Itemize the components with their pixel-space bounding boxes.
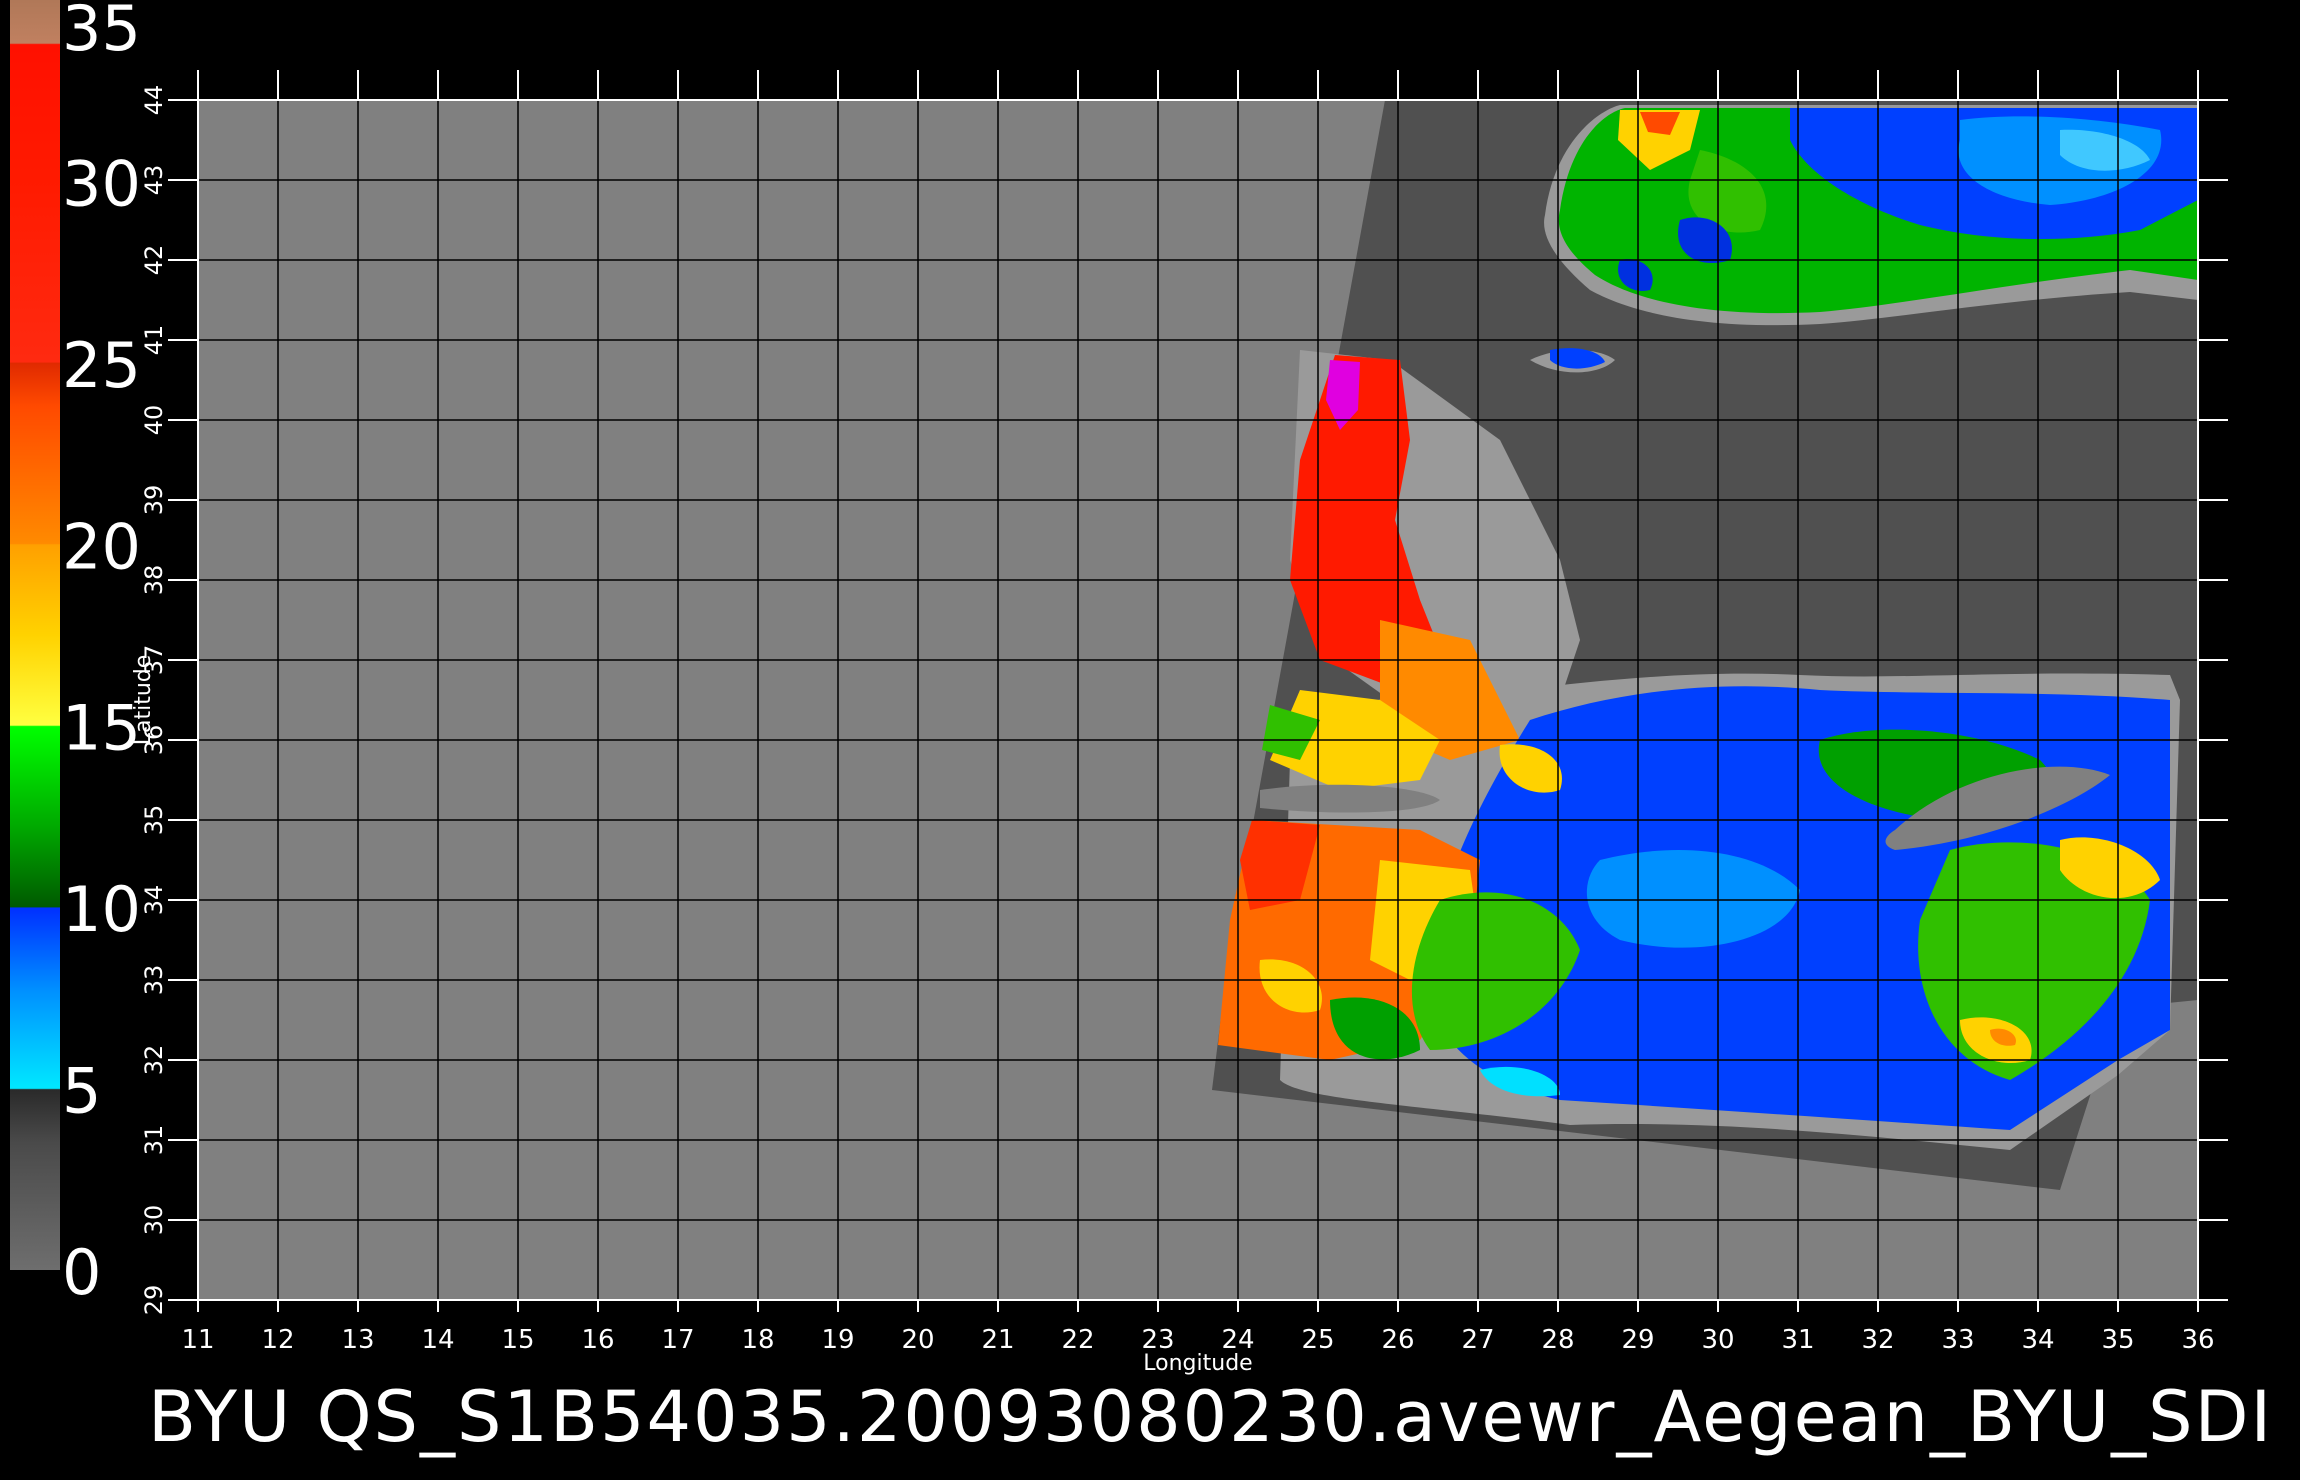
lon-tick-label: 26 (1381, 1325, 1414, 1355)
lon-tick-label: 22 (1061, 1325, 1094, 1355)
colorbar-label: 30 (62, 147, 141, 220)
lat-tick-label: 38 (140, 565, 168, 596)
lat-tick-label: 29 (140, 1285, 168, 1316)
lon-tick-label: 33 (1941, 1325, 1974, 1355)
lon-tick-label: 36 (2181, 1325, 2214, 1355)
colorbar-label: 20 (62, 510, 141, 583)
lon-tick-label: 16 (581, 1325, 614, 1355)
lat-tick-label: 44 (140, 85, 168, 116)
lon-tick-label: 17 (661, 1325, 694, 1355)
lon-tick-label: 13 (341, 1325, 374, 1355)
lon-tick-label: 32 (1861, 1325, 1894, 1355)
lon-tick-label: 18 (741, 1325, 774, 1355)
colorbar-labels: 0 5 10 15 20 25 30 35 (62, 0, 141, 1309)
lon-tick-label: 25 (1301, 1325, 1334, 1355)
colorbar-label: 10 (62, 873, 141, 946)
lon-tick-label: 35 (2101, 1325, 2134, 1355)
caption: BYU QS_S1B54035.20093080230.avewr_Aegean… (148, 1376, 2274, 1458)
lon-tick-label: 11 (181, 1325, 214, 1355)
lat-tick-label: 35 (140, 805, 168, 836)
lon-tick-label: 15 (501, 1325, 534, 1355)
lon-tick-label: 14 (421, 1325, 454, 1355)
lon-tick-label: 12 (261, 1325, 294, 1355)
lat-tick-label: 39 (140, 485, 168, 516)
lon-tick-label: 29 (1621, 1325, 1654, 1355)
lat-tick-label: 40 (140, 405, 168, 436)
lat-tick-label: 32 (140, 1045, 168, 1076)
lon-tick-label: 31 (1781, 1325, 1814, 1355)
colorbar-label: 0 (62, 1236, 101, 1309)
lat-tick-label: 30 (140, 1205, 168, 1236)
wind-map: 0 5 10 15 20 25 30 35 11 12 13 14 15 16 17 18 1… (10, 0, 2228, 1376)
lon-tick-label: 28 (1541, 1325, 1574, 1355)
lat-tick-label: 31 (140, 1125, 168, 1156)
y-axis-label: Latitude (131, 655, 156, 746)
lat-tick-label: 33 (140, 965, 168, 996)
colorbar-label: 5 (62, 1055, 101, 1128)
colorbar-label: 35 (62, 0, 141, 65)
lat-tick-label: 42 (140, 245, 168, 276)
colorbar-label: 25 (62, 329, 141, 402)
colorbar (10, 0, 60, 1270)
lon-tick-label: 19 (821, 1325, 854, 1355)
lat-tick-label: 43 (140, 165, 168, 196)
lon-tick-label: 27 (1461, 1325, 1494, 1355)
lon-tick-label: 21 (981, 1325, 1014, 1355)
lon-tick-label: 34 (2021, 1325, 2054, 1355)
lon-tick-label: 20 (901, 1325, 934, 1355)
lon-tick-label: 30 (1701, 1325, 1734, 1355)
lat-tick-label: 41 (140, 325, 168, 356)
lat-tick-label: 34 (140, 885, 168, 916)
colorbar-label: 15 (62, 692, 141, 765)
